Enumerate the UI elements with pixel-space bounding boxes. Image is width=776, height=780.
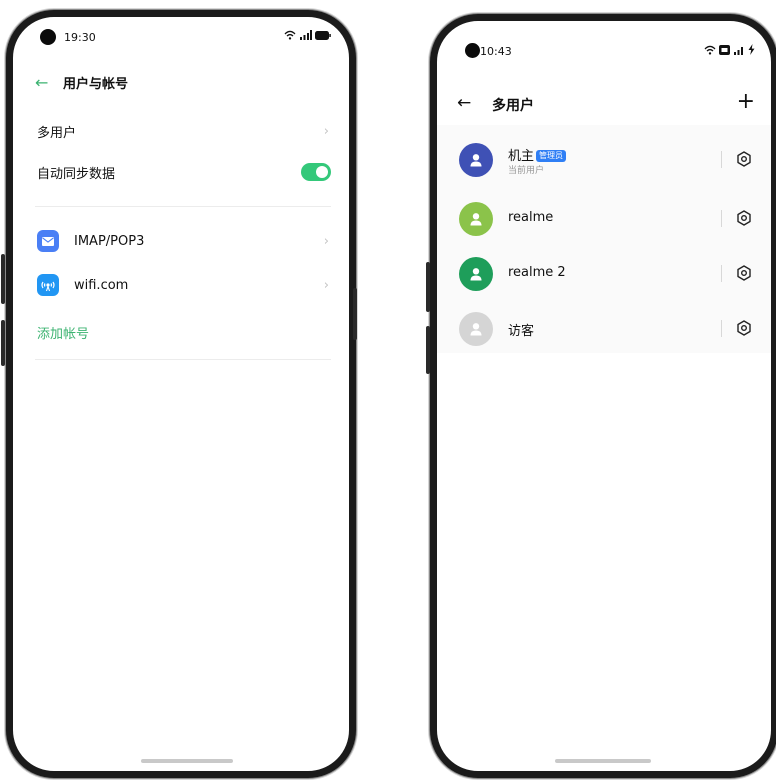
user-name: realme 2 — [508, 265, 566, 280]
user-list: 机主 管理员 当前用户 realme realme 2 访客 — [437, 125, 771, 353]
front-camera — [40, 29, 56, 45]
charging-icon — [748, 44, 755, 55]
list-item-owner[interactable]: 机主 管理员 当前用户 — [437, 137, 771, 183]
wifi-icon — [284, 30, 296, 40]
add-account-link[interactable]: 添加帐号 — [37, 323, 89, 342]
left-phone-screen: 19:30 ← 用户与帐号 多用户 › 自动同步数据 IMAP/POP3 › w… — [6, 10, 356, 778]
divider — [721, 320, 722, 337]
section-divider — [35, 206, 331, 207]
auto-sync-label: 自动同步数据 — [37, 166, 116, 182]
earpiece — [569, 16, 655, 20]
mail-icon — [37, 230, 59, 252]
account-row-wifi[interactable]: wifi.com › — [37, 271, 331, 299]
user-name-text: 机主 — [508, 149, 535, 164]
admin-badge: 管理员 — [536, 150, 567, 162]
status-icons — [284, 30, 331, 40]
signal-icon — [734, 46, 743, 55]
chevron-right-icon: › — [323, 233, 329, 249]
user-name: realme — [508, 210, 554, 225]
user-name: 机主 管理员 — [508, 145, 567, 164]
chevron-right-icon: › — [323, 123, 329, 139]
wifi-icon — [704, 45, 716, 55]
divider — [721, 151, 722, 168]
hd-icon — [719, 44, 730, 55]
left-side-key — [426, 262, 430, 312]
list-item-realme[interactable]: realme — [437, 196, 771, 242]
status-bar: 19:30 — [13, 17, 349, 53]
account-label-imap: IMAP/POP3 — [74, 233, 145, 249]
left-side-key — [426, 326, 430, 374]
account-label-wifi: wifi.com — [74, 277, 129, 293]
multi-user-row[interactable]: 多用户 › — [37, 118, 331, 144]
user-subtitle: 当前用户 — [508, 166, 545, 176]
page-title: 用户与帐号 — [63, 77, 129, 92]
right-phone-screen: 10:43 ← 多用户 + 机主 管理员 当前用户 realme realme … — [430, 14, 776, 778]
user-avatar-icon — [459, 143, 493, 177]
status-icons — [704, 44, 755, 55]
status-time: 10:43 — [480, 45, 512, 58]
user-name: 访客 — [508, 324, 535, 339]
left-side-key — [1, 320, 5, 366]
chevron-right-icon: › — [323, 277, 329, 293]
user-avatar-icon — [459, 257, 493, 291]
status-time: 19:30 — [64, 31, 96, 44]
settings-gear-icon[interactable] — [735, 264, 753, 282]
account-row-imap[interactable]: IMAP/POP3 › — [37, 227, 331, 255]
back-arrow-icon[interactable]: ← — [457, 93, 471, 113]
earpiece — [148, 12, 226, 16]
left-side-key — [1, 254, 5, 304]
page-header: ← 多用户 + — [457, 89, 755, 117]
right-side-key — [353, 288, 357, 340]
status-bar: 10:43 — [437, 21, 771, 58]
settings-gear-icon[interactable] — [735, 150, 753, 168]
page-header: ← 用户与帐号 — [35, 73, 128, 92]
list-item-guest[interactable]: 访客 — [437, 306, 771, 352]
auto-sync-row: 自动同步数据 — [37, 159, 331, 185]
wifi-account-icon — [37, 274, 59, 296]
back-arrow-icon[interactable]: ← — [35, 73, 63, 92]
battery-icon — [315, 30, 331, 40]
divider — [721, 210, 722, 227]
add-user-icon[interactable]: + — [737, 89, 755, 114]
user-avatar-icon — [459, 202, 493, 236]
auto-sync-toggle[interactable] — [301, 163, 331, 181]
multi-user-label: 多用户 — [37, 125, 77, 141]
page-title: 多用户 — [492, 98, 534, 114]
home-indicator — [141, 759, 233, 763]
settings-gear-icon[interactable] — [735, 209, 753, 227]
front-camera — [465, 43, 480, 58]
user-avatar-icon — [459, 312, 493, 346]
toggle-knob — [316, 166, 328, 178]
section-divider — [35, 359, 331, 360]
home-indicator — [555, 759, 651, 763]
signal-icon — [300, 30, 312, 40]
divider — [721, 265, 722, 282]
list-item-realme-2[interactable]: realme 2 — [437, 251, 771, 297]
settings-gear-icon[interactable] — [735, 319, 753, 337]
